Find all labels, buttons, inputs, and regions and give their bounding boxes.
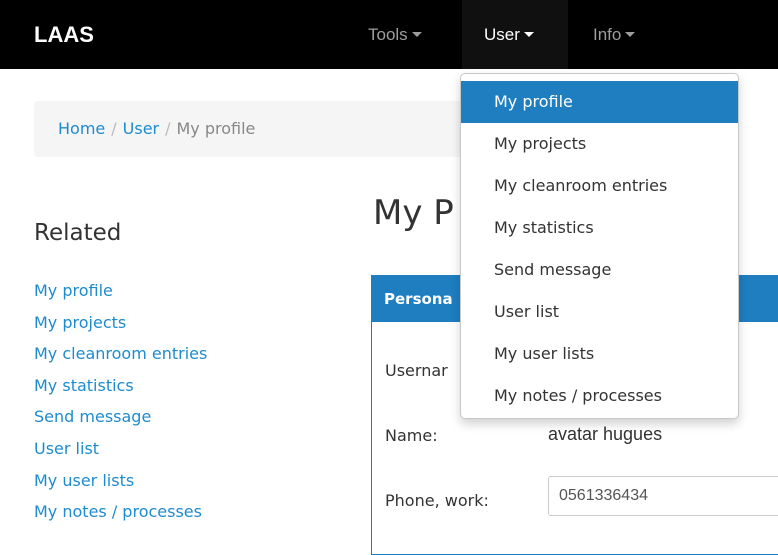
breadcrumb: Home / User / My profile (34, 101, 494, 157)
breadcrumb-separator: / (165, 119, 171, 138)
navbar: LAAS Tools User Info (0, 0, 778, 69)
breadcrumb-home-link[interactable]: Home (58, 119, 105, 138)
nav-info-menu[interactable]: Info (593, 0, 636, 69)
related-link-my-user-lists[interactable]: My user lists (34, 465, 207, 497)
nav-user-label: User (484, 25, 520, 44)
dropdown-item-my-projects[interactable]: My projects (461, 123, 738, 165)
dropdown-item-my-profile[interactable]: My profile (461, 81, 738, 123)
nav-tools-menu[interactable]: Tools (368, 0, 422, 69)
related-link-my-notes-processes[interactable]: My notes / processes (34, 496, 207, 528)
phone-work-input[interactable] (548, 476, 778, 516)
dropdown-item-send-message[interactable]: Send message (461, 249, 738, 291)
nav-tools-label: Tools (368, 25, 408, 44)
nav-user-menu[interactable]: User (462, 0, 568, 69)
phone-work-label: Phone, work: (385, 491, 489, 510)
page-title: My P (373, 193, 454, 233)
breadcrumb-separator: / (111, 119, 117, 138)
related-link-my-projects[interactable]: My projects (34, 307, 207, 339)
related-link-my-cleanroom-entries[interactable]: My cleanroom entries (34, 338, 207, 370)
chevron-down-icon (523, 32, 534, 37)
breadcrumb-user-link[interactable]: User (123, 119, 159, 138)
brand-logo[interactable]: LAAS (34, 22, 94, 48)
chevron-down-icon (625, 32, 636, 37)
dropdown-item-user-list[interactable]: User list (461, 291, 738, 333)
user-dropdown-menu: My profile My projects My cleanroom entr… (460, 73, 739, 419)
related-links: My profile My projects My cleanroom entr… (34, 275, 207, 528)
related-link-my-profile[interactable]: My profile (34, 275, 207, 307)
name-value: avatar hugues (548, 424, 663, 444)
chevron-down-icon (411, 32, 422, 37)
related-heading: Related (34, 220, 122, 246)
related-link-user-list[interactable]: User list (34, 433, 207, 465)
related-link-send-message[interactable]: Send message (34, 401, 207, 433)
nav-info-label: Info (593, 25, 622, 44)
dropdown-item-my-cleanroom-entries[interactable]: My cleanroom entries (461, 165, 738, 207)
related-link-my-statistics[interactable]: My statistics (34, 370, 207, 402)
dropdown-item-my-notes-processes[interactable]: My notes / processes (461, 375, 738, 417)
breadcrumb-current: My profile (176, 119, 256, 138)
username-label: Usernar (385, 361, 448, 380)
dropdown-item-my-user-lists[interactable]: My user lists (461, 333, 738, 375)
name-label: Name: (385, 426, 438, 445)
dropdown-item-my-statistics[interactable]: My statistics (461, 207, 738, 249)
